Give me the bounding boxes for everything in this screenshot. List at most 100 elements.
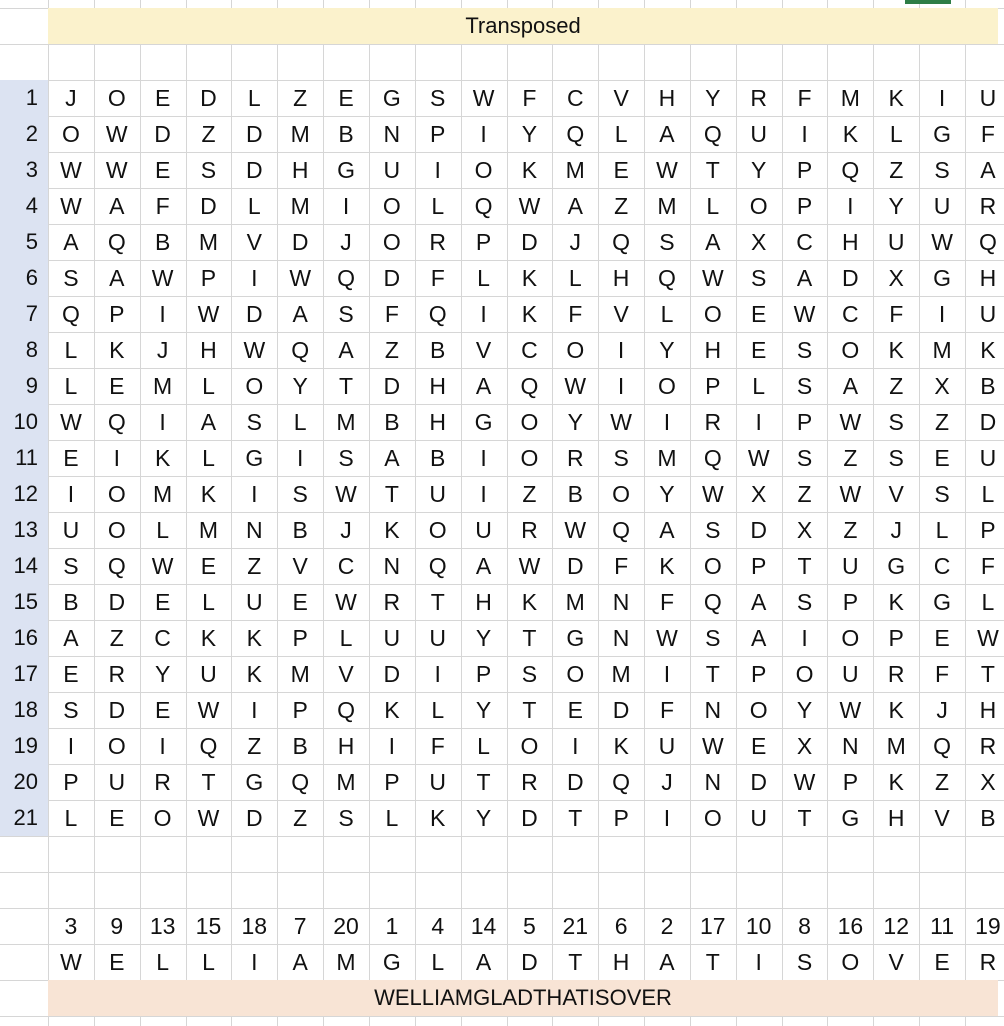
key-letter-cell[interactable]: G [369,944,415,980]
grid-cell[interactable]: W [827,692,873,728]
grid-cell[interactable]: O [644,368,690,404]
grid-cell[interactable]: S [598,440,644,476]
grid-cell[interactable]: N [369,548,415,584]
grid-cell[interactable]: K [186,476,232,512]
grid-cell[interactable]: K [140,440,186,476]
grid-cell[interactable]: A [94,188,140,224]
grid-cell[interactable]: S [919,152,965,188]
grid-cell[interactable]: Z [186,116,232,152]
grid-cell[interactable]: B [48,584,94,620]
grid-cell[interactable]: C [919,548,965,584]
grid-cell[interactable]: Y [873,188,919,224]
grid-cell[interactable]: O [369,188,415,224]
key-number-cell[interactable]: 12 [873,908,919,944]
grid-cell[interactable]: M [644,188,690,224]
grid-cell[interactable]: E [598,152,644,188]
grid-cell[interactable]: Z [873,368,919,404]
row-header[interactable]: 6 [0,260,48,296]
grid-cell[interactable]: J [48,80,94,116]
key-number-cell[interactable]: 3 [48,908,94,944]
key-number-cell[interactable]: 21 [552,908,598,944]
grid-cell[interactable]: D [231,152,277,188]
grid-cell[interactable]: W [827,476,873,512]
row-header[interactable]: 19 [0,728,48,764]
result-merged-cell[interactable]: WELLIAMGLADTHATISOVER [48,980,998,1016]
grid-cell[interactable]: S [782,368,828,404]
grid-cell[interactable]: R [736,80,782,116]
key-letter-cell[interactable]: O [827,944,873,980]
grid-cell[interactable]: J [552,224,598,260]
grid-cell[interactable]: U [415,764,461,800]
grid-cell[interactable]: U [736,116,782,152]
grid-cell[interactable]: K [873,764,919,800]
grid-cell[interactable]: C [507,332,553,368]
grid-cell[interactable]: L [323,620,369,656]
grid-cell[interactable]: Q [919,728,965,764]
grid-cell[interactable]: Q [598,224,644,260]
grid-cell[interactable]: W [48,188,94,224]
grid-cell[interactable]: Y [690,80,736,116]
grid-cell[interactable]: T [690,656,736,692]
key-letter-cell[interactable]: A [277,944,323,980]
grid-cell[interactable]: W [827,404,873,440]
key-number-cell[interactable]: 16 [827,908,873,944]
grid-cell[interactable]: S [782,440,828,476]
row-header[interactable]: 5 [0,224,48,260]
grid-cell[interactable]: K [369,512,415,548]
grid-cell[interactable]: A [965,152,1004,188]
grid-cell[interactable]: S [873,440,919,476]
grid-cell[interactable]: Z [782,476,828,512]
grid-cell[interactable]: S [323,296,369,332]
grid-cell[interactable]: W [94,152,140,188]
grid-cell[interactable]: Q [277,764,323,800]
row-header[interactable]: 17 [0,656,48,692]
grid-cell[interactable]: N [690,692,736,728]
grid-cell[interactable]: D [369,260,415,296]
grid-cell[interactable]: O [827,620,873,656]
grid-cell[interactable]: K [965,332,1004,368]
grid-cell[interactable]: E [919,620,965,656]
key-letter-cell[interactable]: L [415,944,461,980]
key-number-cell[interactable]: 19 [965,908,1004,944]
grid-cell[interactable]: F [140,188,186,224]
grid-cell[interactable]: H [690,332,736,368]
grid-cell[interactable]: H [965,692,1004,728]
grid-cell[interactable]: I [782,620,828,656]
grid-cell[interactable]: O [140,800,186,836]
grid-cell[interactable]: W [552,512,598,548]
grid-cell[interactable]: Y [782,692,828,728]
grid-cell[interactable]: N [598,620,644,656]
grid-cell[interactable]: G [231,440,277,476]
grid-cell[interactable]: D [231,116,277,152]
row-header[interactable]: 9 [0,368,48,404]
grid-cell[interactable]: W [598,404,644,440]
grid-cell[interactable]: S [873,404,919,440]
grid-cell[interactable]: L [369,800,415,836]
grid-cell[interactable]: O [94,728,140,764]
grid-cell[interactable]: D [231,296,277,332]
grid-cell[interactable]: X [736,476,782,512]
grid-cell[interactable]: Q [644,260,690,296]
grid-cell[interactable]: V [461,332,507,368]
grid-cell[interactable]: E [48,656,94,692]
grid-cell[interactable]: V [873,476,919,512]
grid-cell[interactable]: A [736,620,782,656]
grid-cell[interactable]: W [782,296,828,332]
grid-cell[interactable]: V [598,296,644,332]
grid-cell[interactable]: X [782,512,828,548]
grid-cell[interactable]: F [873,296,919,332]
grid-cell[interactable]: I [231,476,277,512]
grid-cell[interactable]: Q [598,764,644,800]
grid-cell[interactable]: D [186,80,232,116]
grid-cell[interactable]: U [186,656,232,692]
grid-cell[interactable]: T [507,620,553,656]
row-header[interactable]: 13 [0,512,48,548]
grid-cell[interactable]: L [186,368,232,404]
grid-cell[interactable]: A [323,332,369,368]
grid-cell[interactable]: K [415,800,461,836]
key-letter-cell[interactable]: I [736,944,782,980]
grid-cell[interactable]: A [827,368,873,404]
grid-cell[interactable]: U [965,80,1004,116]
grid-cell[interactable]: O [461,152,507,188]
key-letter-cell[interactable]: V [873,944,919,980]
